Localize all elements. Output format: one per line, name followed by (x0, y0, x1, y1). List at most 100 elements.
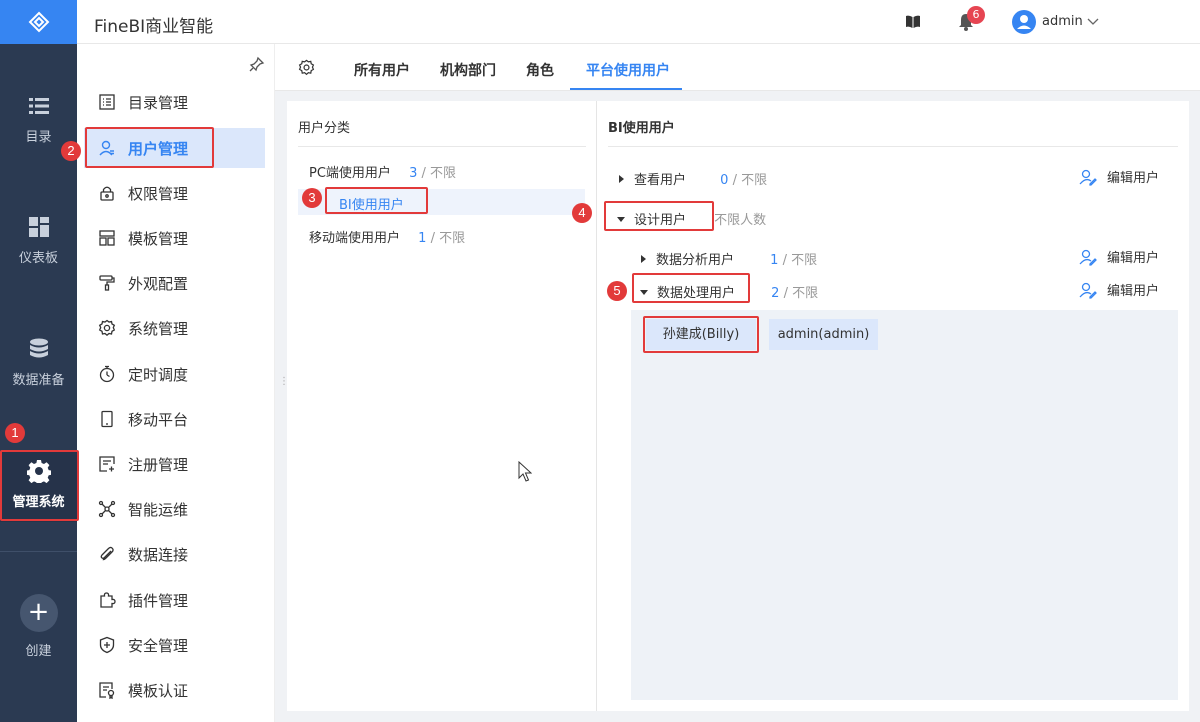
mouse-cursor-icon (518, 461, 532, 482)
pin-icon[interactable] (249, 56, 265, 72)
menu-item-label: 外观配置 (128, 274, 189, 293)
step-badge-5: 5 (607, 281, 627, 301)
row-limit: / 不限 (779, 286, 819, 301)
step-badge-2: 2 (61, 141, 81, 161)
highlight-box-1 (0, 450, 79, 521)
row-label: 数据分析用户 (656, 253, 735, 268)
expand-arrow-icon[interactable] (641, 255, 646, 263)
user-name[interactable]: admin (1042, 14, 1083, 29)
paint-roller-icon (99, 275, 115, 291)
gear-icon (98, 319, 116, 337)
edit-data-analysis-users-button[interactable]: 编辑用户 (1079, 247, 1159, 266)
tab-roles[interactable]: 角色 (526, 60, 554, 80)
step-badge-1: 1 (5, 423, 25, 443)
mobile-icon (101, 410, 113, 428)
book-icon[interactable] (905, 14, 921, 30)
category-label: 移动端使用用户 (309, 231, 401, 246)
menu-item-label: 模板认证 (128, 681, 189, 700)
notification-badge: 6 (967, 6, 985, 24)
panel-divider (608, 146, 1178, 147)
step-badge-4: 4 (572, 203, 592, 223)
category-pc-users[interactable]: PC端使用用户 3 / 不限 (309, 162, 456, 181)
active-tab-indicator (570, 88, 682, 90)
tab-departments[interactable]: 机构部门 (440, 60, 496, 80)
menu-item-registration[interactable]: 注册管理 (84, 444, 265, 484)
rail-item-label: 仪表板 (18, 251, 58, 266)
menu-item-label: 安全管理 (128, 636, 189, 655)
edit-data-processing-users-button[interactable]: 编辑用户 (1079, 280, 1159, 299)
menu-item-smart-ops[interactable]: 智能运维 (84, 489, 265, 529)
edit-user-icon (1079, 169, 1097, 186)
menu-item-plugin-management[interactable]: 插件管理 (84, 580, 265, 620)
plus-icon: + (19, 594, 58, 632)
rail-item-dashboard[interactable]: 仪表板 (0, 215, 77, 266)
avatar[interactable] (1012, 10, 1036, 34)
menu-item-label: 系统管理 (128, 319, 189, 338)
chevron-down-icon[interactable] (1086, 14, 1100, 28)
row-label: 查看用户 (634, 173, 687, 188)
menu-item-label: 数据连接 (128, 545, 189, 564)
menu-item-label: 移动平台 (128, 410, 189, 429)
expand-arrow-icon[interactable] (619, 175, 624, 183)
rail-item-catalog[interactable]: 目录 (0, 94, 77, 145)
category-limit: / 不限 (417, 166, 456, 181)
register-icon (99, 456, 115, 472)
certificate-icon (99, 682, 115, 699)
menu-item-schedule[interactable]: 定时调度 (84, 354, 265, 394)
logo-icon (28, 11, 49, 33)
user-chip-area (631, 310, 1178, 700)
menu-item-template-management[interactable]: 模板管理 (84, 218, 265, 258)
tab-platform-users[interactable]: 平台使用用户 (586, 60, 670, 80)
dashboard-icon (28, 217, 49, 237)
menu-item-system-management[interactable]: 系统管理 (84, 308, 265, 348)
panel-divider (298, 146, 586, 147)
menu-item-template-certification[interactable]: 模板认证 (84, 670, 265, 710)
network-icon (98, 500, 116, 518)
tab-all-users[interactable]: 所有用户 (354, 60, 410, 80)
row-limit: / 不限 (728, 173, 768, 188)
rail-item-data-prep[interactable]: 数据准备 (0, 337, 77, 388)
rail-item-label: 创建 (25, 644, 52, 659)
edit-label: 编辑用户 (1107, 171, 1160, 186)
menu-item-appearance-config[interactable]: 外观配置 (84, 263, 265, 303)
menu-item-mobile-platform[interactable]: 移动平台 (84, 399, 265, 439)
list-icon (28, 98, 49, 114)
edit-label: 编辑用户 (1107, 251, 1160, 266)
shield-icon (99, 636, 115, 654)
menu-item-data-connection[interactable]: 数据连接 (84, 534, 265, 574)
highlight-box-user (643, 316, 759, 353)
database-icon (29, 338, 48, 358)
rail-item-create[interactable]: + 创建 (0, 594, 77, 659)
row-data-analysis-users[interactable]: 数据分析用户 1 / 不限 (641, 249, 817, 268)
edit-label: 编辑用户 (1107, 284, 1160, 299)
edit-user-icon (1079, 249, 1097, 266)
user-chip-admin[interactable]: admin(admin) (769, 319, 878, 350)
row-limit: / 不限 (778, 253, 818, 268)
main-nav-rail: 目录 仪表板 数据准备 管理系统 + 创建 (0, 0, 77, 722)
menu-item-catalog-management[interactable]: 目录管理 (84, 82, 265, 122)
category-mobile-users[interactable]: 移动端使用用户 1 / 不限 (309, 227, 465, 246)
category-limit: / 不限 (426, 231, 466, 246)
puzzle-icon (100, 592, 116, 608)
row-view-users[interactable]: 查看用户 0 / 不限 (619, 169, 767, 188)
bi-users-panel-title: BI使用用户 (608, 121, 675, 136)
category-panel-title: 用户分类 (298, 121, 351, 136)
menu-item-label: 权限管理 (128, 184, 189, 203)
highlight-box-5 (632, 273, 750, 303)
template-icon (99, 230, 115, 246)
highlight-box-2 (85, 127, 214, 168)
menu-item-security-management[interactable]: 安全管理 (84, 625, 265, 665)
step-badge-3: 3 (302, 188, 322, 208)
settings-icon[interactable] (298, 59, 315, 76)
user-icon (1017, 15, 1031, 29)
menu-item-label: 智能运维 (128, 500, 189, 519)
app-logo[interactable] (0, 0, 77, 44)
menu-item-label: 注册管理 (128, 455, 189, 474)
rail-divider (0, 551, 77, 552)
app-title: FineBI商业智能 (94, 17, 214, 37)
rail-item-label: 目录 (25, 130, 52, 145)
paperclip-icon (100, 546, 114, 561)
edit-view-users-button[interactable]: 编辑用户 (1079, 167, 1159, 186)
row-note: 不限人数 (714, 213, 767, 228)
menu-item-permission-management[interactable]: 权限管理 (84, 173, 265, 213)
